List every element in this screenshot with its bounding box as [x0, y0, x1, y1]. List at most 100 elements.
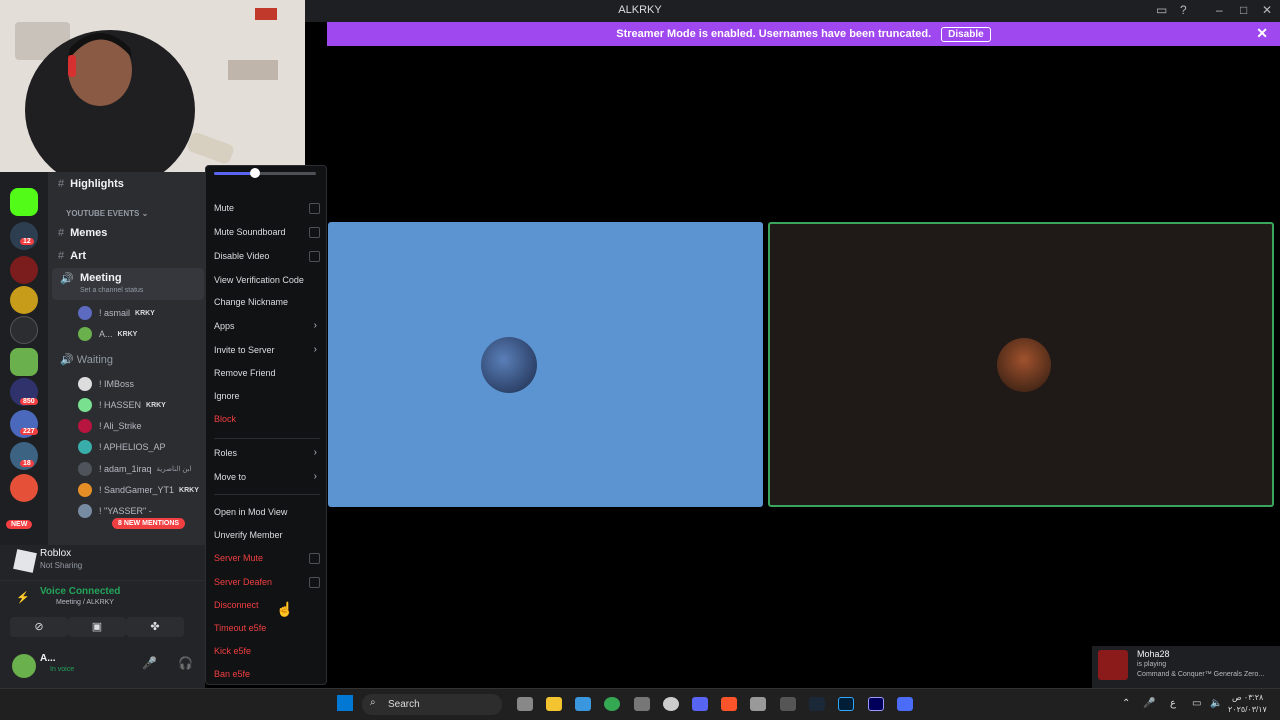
tray-mic-icon[interactable]: 🎤: [1143, 698, 1155, 709]
menu-item-remove-friend[interactable]: Remove Friend: [214, 368, 320, 378]
unread-badge: 850: [20, 398, 38, 405]
voice-status[interactable]: Voice Connected: [40, 586, 120, 597]
voice-user[interactable]: ! adam_1iraq ابن الناصرية: [78, 462, 192, 476]
menu-item-kick-e5fe[interactable]: Kick e5fe: [214, 646, 320, 656]
language-indicator[interactable]: ع: [1170, 698, 1176, 709]
channel-art[interactable]: # Art: [58, 250, 86, 262]
menu-item-ban-e5fe[interactable]: Ban e5fe: [214, 669, 320, 679]
channel-memes[interactable]: # Memes: [58, 227, 107, 239]
app-icon[interactable]: [897, 697, 913, 711]
menu-item-server-deafen[interactable]: Server Deafen: [214, 577, 320, 588]
microphone-icon[interactable]: 🎤: [142, 656, 157, 670]
category-youtube-events[interactable]: YOUTUBE EVENTS ⌄: [66, 209, 148, 218]
voice-user[interactable]: ! SandGamer_YT1 KRKY: [78, 483, 199, 497]
clock-date[interactable]: ٢٠٢٥/٠٣/١٧: [1228, 705, 1267, 714]
headphones-icon[interactable]: 🎧: [178, 656, 193, 670]
menu-item-move-to[interactable]: Move to ›: [214, 471, 320, 482]
maximize-icon[interactable]: □: [1240, 3, 1247, 17]
checkbox[interactable]: [309, 553, 320, 564]
activity-game: Roblox: [40, 548, 72, 559]
voice-user[interactable]: ! IMBoss: [78, 377, 134, 391]
close-window-icon[interactable]: ✕: [1262, 3, 1272, 17]
app-icon[interactable]: [750, 697, 766, 711]
menu-item-label: Open in Mod View: [214, 507, 288, 517]
windows-start-icon[interactable]: [337, 695, 353, 711]
checkbox[interactable]: [309, 251, 320, 262]
steam-icon[interactable]: [663, 697, 679, 711]
channel-highlights[interactable]: # Highlights: [58, 178, 124, 190]
menu-item-apps[interactable]: Apps ›: [214, 320, 320, 331]
menu-item-label: Remove Friend: [214, 368, 276, 378]
clock-time[interactable]: ٠٣:٢٨ ص: [1232, 693, 1263, 702]
menu-item-disconnect[interactable]: Disconnect: [214, 600, 320, 610]
participant-tile[interactable]: [328, 222, 763, 507]
activities-icon[interactable]: ✤: [126, 617, 184, 637]
photoshop-icon[interactable]: [838, 697, 854, 711]
server-cloud-icon[interactable]: [10, 316, 38, 344]
checkbox[interactable]: [309, 203, 320, 214]
camera-off-icon[interactable]: ⊘: [10, 617, 68, 637]
minimize-icon[interactable]: –: [1216, 3, 1223, 17]
voice-user[interactable]: ! "YASSER" -: [78, 504, 152, 518]
screen-share-icon[interactable]: ▣: [68, 617, 126, 637]
volume-icon[interactable]: 🔈: [1210, 698, 1222, 709]
close-banner-icon[interactable]: ✕: [1256, 25, 1268, 42]
menu-item-label: Mute: [214, 203, 235, 213]
menu-item-invite-to-server[interactable]: Invite to Server ›: [214, 344, 320, 355]
voice-user[interactable]: ! APHELIOS_AP: [78, 440, 166, 454]
store-icon[interactable]: [575, 697, 591, 711]
voice-channel-path[interactable]: Meeting / ALKRKY: [56, 599, 114, 606]
menu-item-open-in-mod-view[interactable]: Open in Mod View: [214, 507, 320, 517]
menu-item-server-mute[interactable]: Server Mute: [214, 553, 320, 564]
file-explorer-icon[interactable]: [546, 697, 562, 711]
voice-user[interactable]: ! HASSEN KRKY: [78, 398, 166, 412]
user-name: ! SandGamer_YT1: [99, 485, 175, 495]
inbox-icon[interactable]: ▭: [1156, 3, 1167, 17]
premiere-icon[interactable]: [868, 697, 884, 711]
voice-channel-waiting[interactable]: 🔊 Waiting: [60, 353, 113, 366]
server-icon[interactable]: [10, 286, 38, 314]
activity-status: Not Sharing: [40, 561, 83, 570]
menu-item-block[interactable]: Block: [214, 414, 320, 424]
menu-item-disable-video[interactable]: Disable Video: [214, 251, 320, 262]
menu-item-change-nickname[interactable]: Change Nickname: [214, 297, 320, 307]
menu-item-mute-soundboard[interactable]: Mute Soundboard: [214, 227, 320, 238]
menu-item-roles[interactable]: Roles ›: [214, 447, 320, 458]
menu-item-ignore[interactable]: Ignore: [214, 391, 320, 401]
checkbox[interactable]: [309, 577, 320, 588]
app-icon[interactable]: [634, 697, 650, 711]
voice-user[interactable]: ! asmail KRKY: [78, 306, 155, 320]
participant-tile-speaking[interactable]: [768, 222, 1274, 507]
server-icon[interactable]: [10, 222, 38, 250]
voice-channel-meeting[interactable]: 🔊 Meeting Set a channel status: [52, 268, 204, 300]
voice-user[interactable]: A... KRKY: [78, 327, 137, 341]
new-mentions-pill[interactable]: 8 NEW MENTIONS: [112, 518, 186, 529]
taskbar-search[interactable]: ⌕ Search: [362, 694, 502, 715]
voice-user[interactable]: ! Ali_Strike: [78, 419, 142, 433]
app-icon[interactable]: [780, 697, 796, 711]
chrome-icon[interactable]: [604, 697, 620, 711]
server-icon[interactable]: [10, 348, 38, 376]
disable-streamer-mode-button[interactable]: Disable: [941, 26, 991, 42]
avatar[interactable]: [12, 654, 36, 678]
activity-toast[interactable]: Moha28 is playing Command & Conquer™ Gen…: [1092, 646, 1280, 688]
server-icon[interactable]: [10, 256, 38, 284]
help-icon[interactable]: ?: [1180, 3, 1187, 17]
channel-status-hint[interactable]: Set a channel status: [80, 287, 143, 294]
task-view-icon[interactable]: [517, 697, 533, 711]
user-volume-handle[interactable]: [250, 168, 260, 178]
server-kick-icon[interactable]: [10, 188, 38, 216]
steam-client-icon[interactable]: [809, 697, 825, 711]
menu-item-view-verification-code[interactable]: View Verification Code: [214, 275, 320, 285]
network-icon[interactable]: ▭: [1192, 698, 1201, 709]
server-icon[interactable]: [10, 474, 38, 502]
menu-item-label: Kick e5fe: [214, 646, 252, 656]
brave-icon[interactable]: [721, 697, 737, 711]
toast-line1: is playing: [1137, 661, 1167, 668]
menu-item-timeout-e5fe[interactable]: Timeout e5fe: [214, 623, 320, 633]
checkbox[interactable]: [309, 227, 320, 238]
menu-item-mute[interactable]: Mute: [214, 203, 320, 214]
tray-chevron-icon[interactable]: ⌃: [1122, 698, 1130, 709]
discord-icon[interactable]: [692, 697, 708, 711]
menu-item-unverify-member[interactable]: Unverify Member: [214, 530, 320, 540]
